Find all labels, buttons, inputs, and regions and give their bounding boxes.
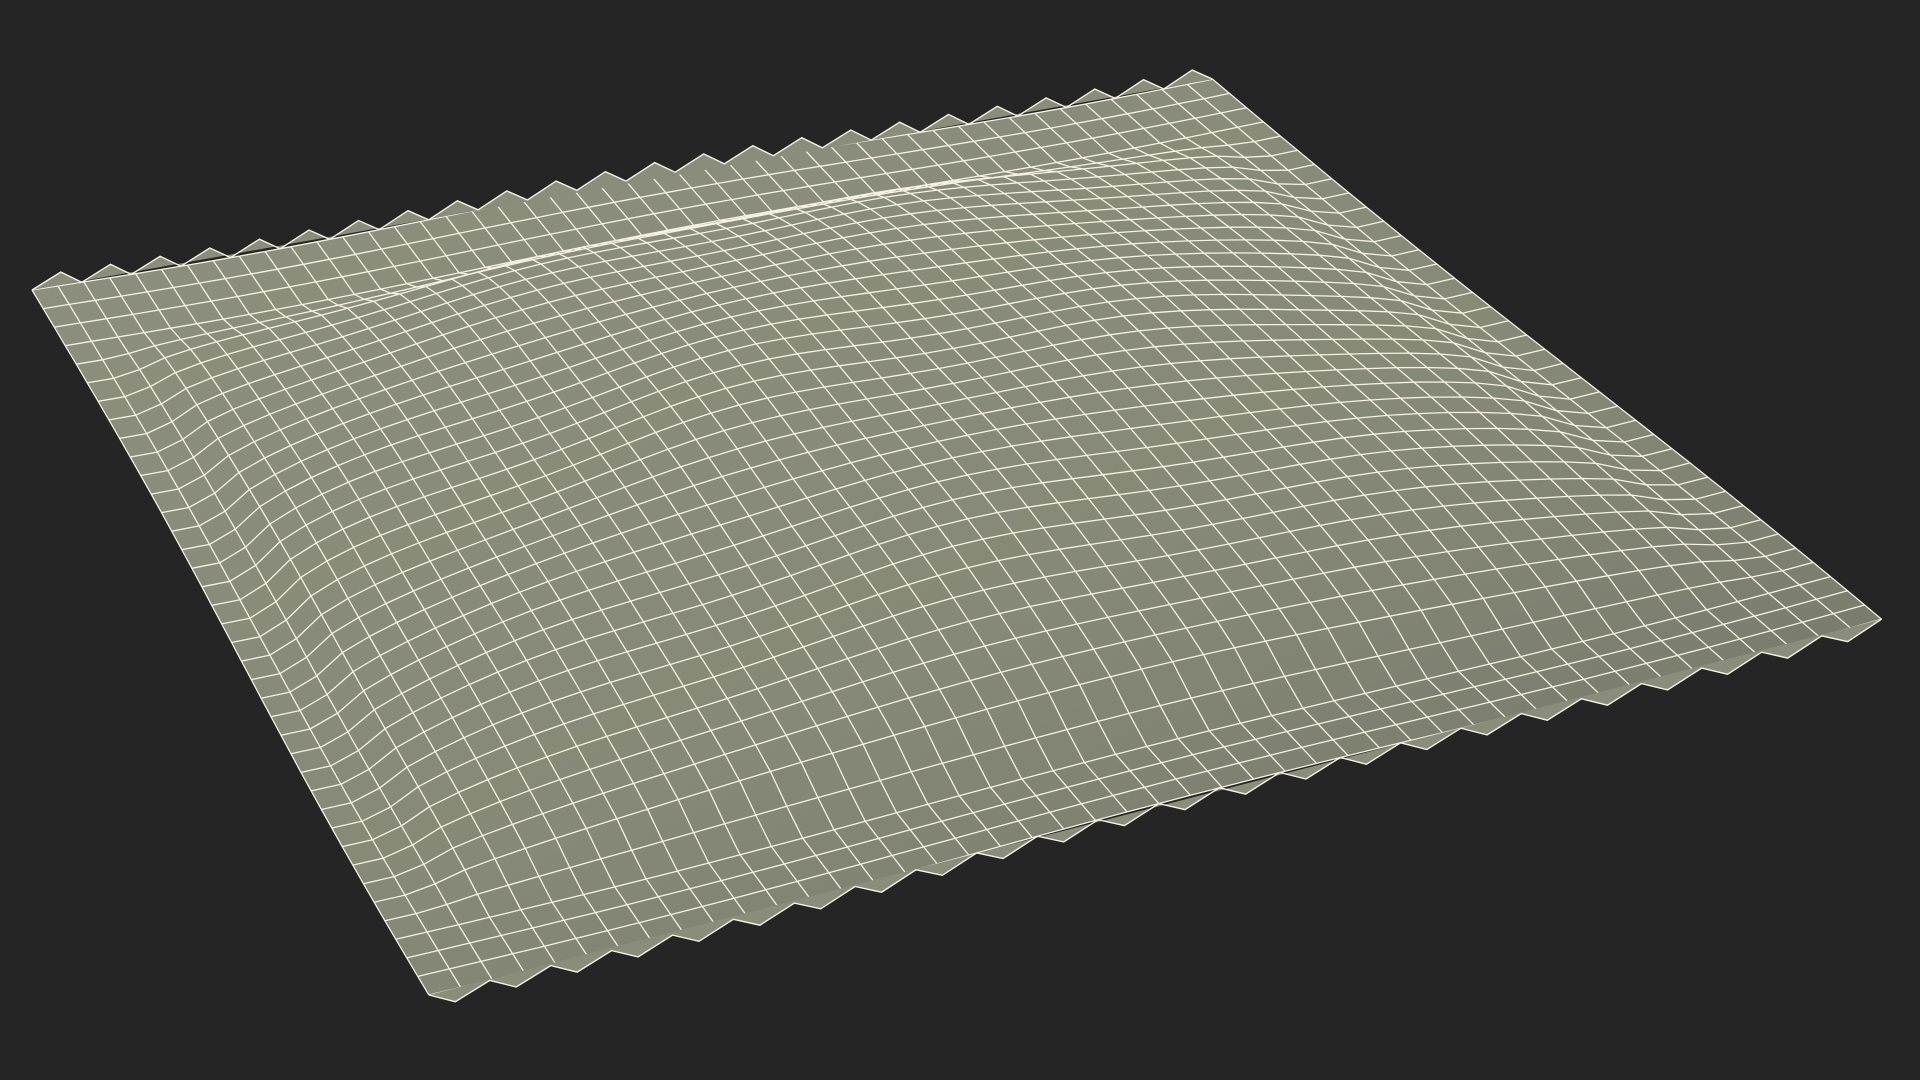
sachet-wireframe-render	[31, 69, 1883, 1003]
packet-surface-fill	[32, 79, 1882, 995]
3d-viewport[interactable]	[0, 0, 1920, 1080]
packet-surface	[32, 79, 1882, 995]
